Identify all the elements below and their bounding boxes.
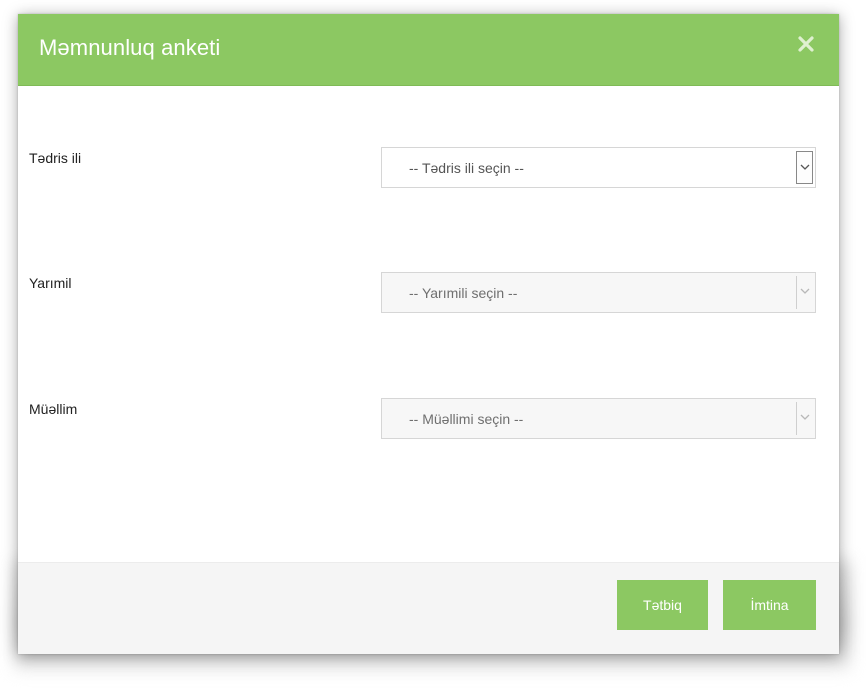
close-icon — [798, 36, 814, 52]
survey-modal: Məmnunluq anketi Tədris ili -- Tədris il… — [18, 14, 839, 654]
academic-year-select[interactable]: -- Tədris ili seçin -- — [381, 147, 816, 188]
modal-body: Tədris ili -- Tədris ili seçin -- Yarımi… — [18, 86, 839, 562]
academic-year-select-value: -- Tədris ili seçin -- — [409, 160, 524, 176]
chevron-down-icon — [800, 414, 810, 420]
apply-button[interactable]: Tətbiq — [617, 580, 708, 630]
chevron-down-icon — [800, 288, 810, 294]
chevron-down-icon — [800, 164, 810, 170]
teacher-dropdown-button[interactable] — [796, 402, 813, 435]
modal-footer: Tətbiq İmtina — [18, 562, 839, 654]
semester-label: Yarımil — [29, 275, 72, 291]
cancel-button[interactable]: İmtina — [723, 580, 816, 630]
semester-dropdown-button[interactable] — [796, 276, 813, 309]
semester-select-value: -- Yarımili seçin -- — [409, 285, 518, 301]
modal-header: Məmnunluq anketi — [18, 14, 839, 86]
modal-title: Məmnunluq anketi — [39, 35, 221, 60]
close-button[interactable] — [794, 29, 818, 59]
teacher-select-value: -- Müəllimi seçin -- — [409, 411, 524, 427]
academic-year-label: Tədris ili — [29, 150, 82, 166]
teacher-label: Müəllim — [29, 401, 78, 417]
semester-select[interactable]: -- Yarımili seçin -- — [381, 272, 816, 313]
academic-year-dropdown-button[interactable] — [796, 151, 813, 184]
teacher-select[interactable]: -- Müəllimi seçin -- — [381, 398, 816, 439]
